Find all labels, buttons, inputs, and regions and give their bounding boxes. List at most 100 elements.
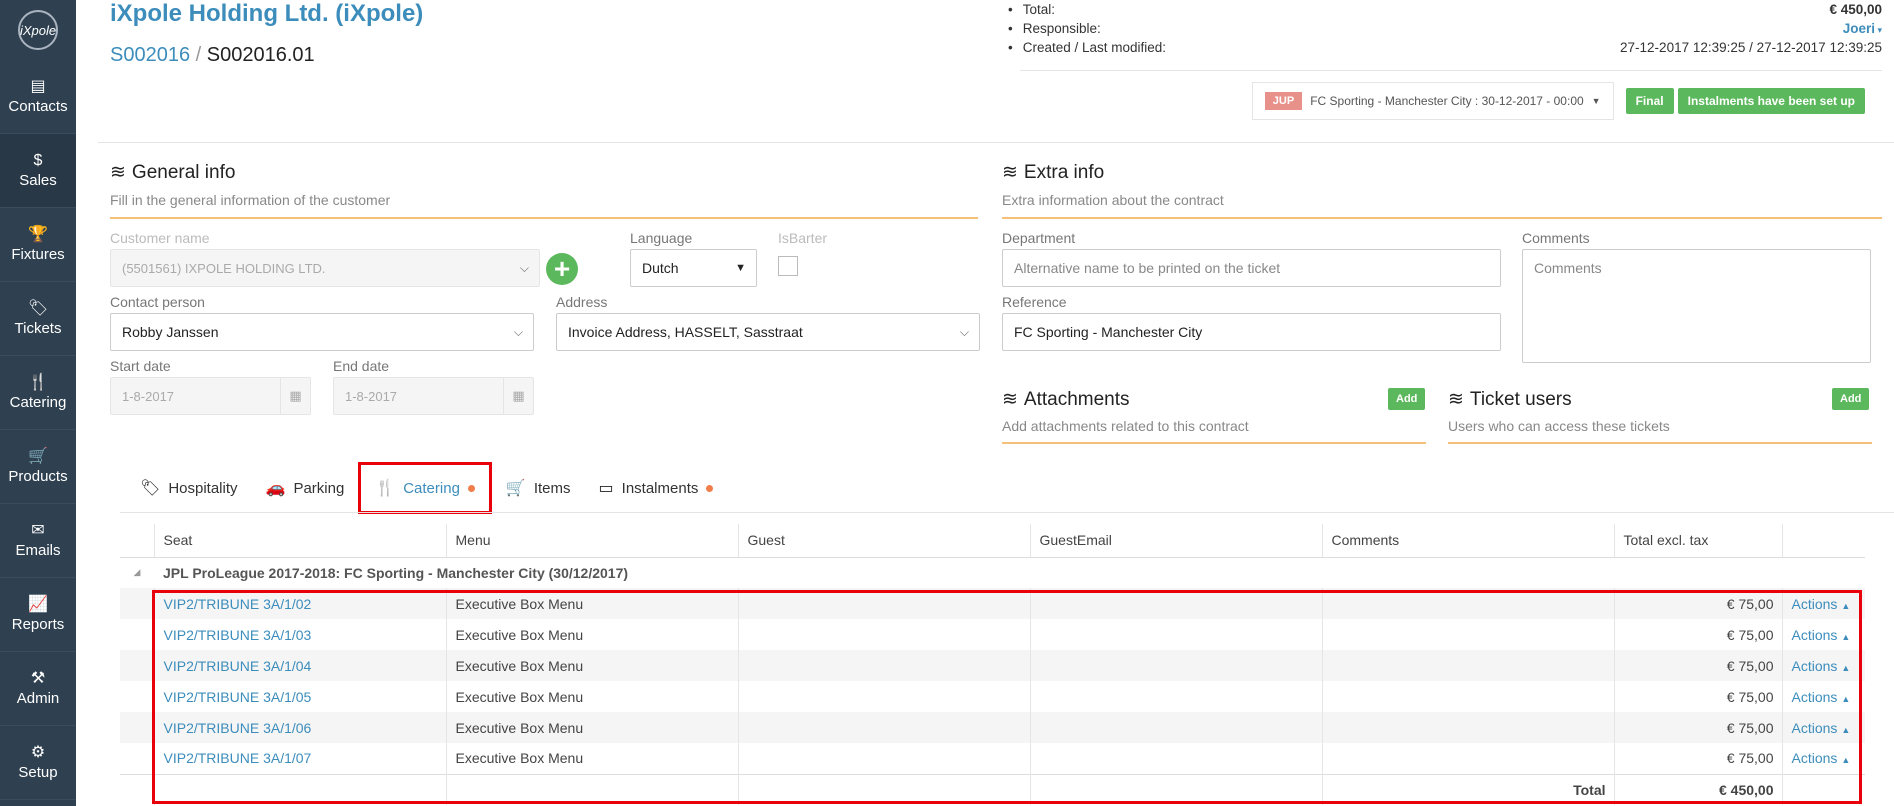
caret-up-icon: ▲ — [1841, 724, 1851, 735]
sidebar-item-fixtures[interactable]: 🏆 Fixtures — [0, 208, 76, 282]
contact-person-select[interactable]: Robby Janssen ⌵ — [110, 313, 534, 351]
language-select[interactable]: Dutch ▼ — [630, 249, 757, 287]
seat-link[interactable]: VIP2/TRIBUNE 3A/1/06 — [153, 712, 446, 743]
actions-dropdown[interactable]: Actions ▲ — [1781, 743, 1865, 774]
sidebar-item-catering[interactable]: 🍴 Catering — [0, 356, 76, 430]
tab-hospitality[interactable]: 🏷 Hospitality — [126, 462, 252, 514]
row-spacer — [120, 650, 154, 681]
actions-dropdown[interactable]: Actions ▲ — [1781, 681, 1865, 712]
tab-label: Instalments — [621, 479, 699, 497]
dollar-icon: $ — [33, 152, 43, 169]
group-row[interactable]: ◢ JPL ProLeague 2017-2018: FC Sporting -… — [120, 557, 1865, 588]
divider — [120, 512, 1894, 513]
sidebar-item-emails[interactable]: ✉ Emails — [0, 504, 76, 578]
actions-dropdown[interactable]: Actions ▲ — [1781, 712, 1865, 743]
envelope-icon: ✉ — [31, 522, 45, 539]
tab-parking[interactable]: 🚗 Parking — [252, 462, 359, 514]
app-logo[interactable]: iXpole — [0, 0, 76, 60]
guestemail-cell — [1029, 681, 1322, 712]
add-ticket-user-button[interactable]: Add — [1832, 388, 1870, 410]
seat-link[interactable]: VIP2/TRIBUNE 3A/1/04 — [153, 650, 446, 681]
empty-cell — [1781, 773, 1865, 805]
comments-cell — [1321, 681, 1614, 712]
caret-down-icon: ▼ — [1591, 96, 1601, 106]
tab-instalments[interactable]: ▭ Instalments — [585, 462, 728, 514]
sidebar-item-admin[interactable]: ⚒ Admin — [0, 652, 76, 726]
add-attachment-button[interactable]: Add — [1388, 388, 1426, 410]
tab-items[interactable]: 🛒 Items — [492, 462, 585, 514]
sidebar-item-setup[interactable]: ⚙ Setup — [0, 726, 76, 800]
divider — [110, 217, 978, 219]
sidebar-item-contacts[interactable]: ▤ Contacts — [0, 60, 76, 134]
actions-dropdown[interactable]: Actions ▲ — [1781, 619, 1865, 650]
tab-label: Hospitality — [168, 479, 238, 497]
menu-cell: Executive Box Menu — [445, 588, 738, 619]
instalments-badge[interactable]: Instalments have been set up — [1677, 88, 1865, 114]
seat-link[interactable]: VIP2/TRIBUNE 3A/1/03 — [153, 619, 446, 650]
created-value: 27-12-2017 12:39:25 / 27-12-2017 12:39:2… — [1620, 40, 1882, 55]
total-cell: € 75,00 — [1613, 743, 1782, 774]
menu-cell: Executive Box Menu — [445, 681, 738, 712]
column-header-menu[interactable]: Menu — [445, 524, 738, 558]
empty-cell — [737, 773, 1030, 805]
chevron-down-icon: ⌵ — [959, 325, 969, 339]
event-dropdown[interactable]: JUP FC Sporting - Manchester City : 30-1… — [1251, 82, 1614, 120]
actions-dropdown[interactable]: Actions ▲ — [1781, 588, 1865, 619]
comments-cell — [1321, 650, 1614, 681]
department-input[interactable]: Alternative name to be printed on the ti… — [1002, 249, 1501, 287]
attachments-title: ≋ Attachments — [1002, 388, 1130, 411]
end-date-label: End date — [333, 358, 390, 374]
company-title[interactable]: iXpole Holding Ltd. (iXpole) — [110, 0, 423, 28]
divider — [1020, 70, 1882, 71]
tab-label: Items — [533, 479, 571, 497]
divider — [1448, 442, 1872, 444]
tab-catering[interactable]: 🍴 Catering — [358, 462, 492, 514]
department-label: Department — [1002, 230, 1076, 246]
calendar-icon: ▦ — [280, 378, 310, 414]
column-header-total[interactable]: Total excl. tax — [1613, 524, 1782, 558]
breadcrumb: S002016 / S002016.01 — [110, 44, 315, 67]
comments-label: Comments — [1522, 230, 1590, 246]
sidebar-item-products[interactable]: 🛒 Products — [0, 430, 76, 504]
main-content: iXpole Holding Ltd. (iXpole) S002016 / S… — [76, 0, 1894, 806]
logo-text: iXpole — [18, 10, 58, 50]
final-badge[interactable]: Final — [1625, 88, 1674, 114]
reference-input[interactable]: FC Sporting - Manchester City — [1002, 313, 1501, 351]
actions-dropdown[interactable]: Actions ▲ — [1781, 650, 1865, 681]
sidebar-item-sales[interactable]: $ Sales — [0, 134, 76, 208]
column-header-guest[interactable]: Guest — [737, 524, 1030, 558]
column-header-comments[interactable]: Comments — [1321, 524, 1614, 558]
customer-name-value: (5501561) IXPOLE HOLDING LTD. — [122, 260, 326, 276]
tools-icon: ⚒ — [30, 670, 46, 687]
address-select[interactable]: Invoice Address, HASSELT, Sasstraat ⌵ — [556, 313, 980, 351]
collapse-triangle-icon[interactable]: ◢ — [120, 557, 154, 588]
comments-cell — [1321, 743, 1614, 774]
breadcrumb-parent[interactable]: S002016 — [110, 44, 190, 66]
sidebar-item-tickets[interactable]: 🏷 Tickets — [0, 282, 76, 356]
responsible-dropdown[interactable]: Joeri ▾ — [1843, 21, 1882, 36]
start-date-value: 1-8-2017 — [122, 388, 175, 404]
comments-textarea[interactable]: Comments — [1522, 249, 1871, 363]
calendar-icon: ▦ — [503, 378, 533, 414]
customer-name-select: (5501561) IXPOLE HOLDING LTD. ⌵ — [110, 249, 540, 287]
table-row: VIP2/TRIBUNE 3A/1/05 Executive Box Menu … — [120, 681, 1865, 712]
cutlery-icon: 🍴 — [375, 480, 396, 497]
column-header-seat[interactable]: Seat — [153, 524, 446, 558]
isbarter-checkbox[interactable] — [778, 256, 798, 276]
seat-link[interactable]: VIP2/TRIBUNE 3A/1/05 — [153, 681, 446, 712]
chevron-down-icon: ⌵ — [519, 261, 529, 275]
sidebar-item-label: Sales — [19, 172, 57, 189]
cart-icon: 🛒 — [505, 480, 526, 497]
actions-label: Actions — [1791, 688, 1838, 705]
add-customer-button[interactable]: + — [546, 253, 578, 285]
seat-link[interactable]: VIP2/TRIBUNE 3A/1/07 — [153, 743, 446, 774]
guestemail-cell — [1029, 619, 1322, 650]
column-header-guestemail[interactable]: GuestEmail — [1029, 524, 1322, 558]
contacts-icon: ▤ — [30, 78, 46, 95]
caret-up-icon: ▲ — [1841, 662, 1851, 673]
sidebar-item-reports[interactable]: 📈 Reports — [0, 578, 76, 652]
general-info-title: ≋ General info — [110, 161, 235, 184]
total-cell: € 75,00 — [1613, 619, 1782, 650]
end-date-input: 1-8-2017 ▦ — [333, 377, 534, 415]
seat-link[interactable]: VIP2/TRIBUNE 3A/1/02 — [153, 588, 446, 619]
